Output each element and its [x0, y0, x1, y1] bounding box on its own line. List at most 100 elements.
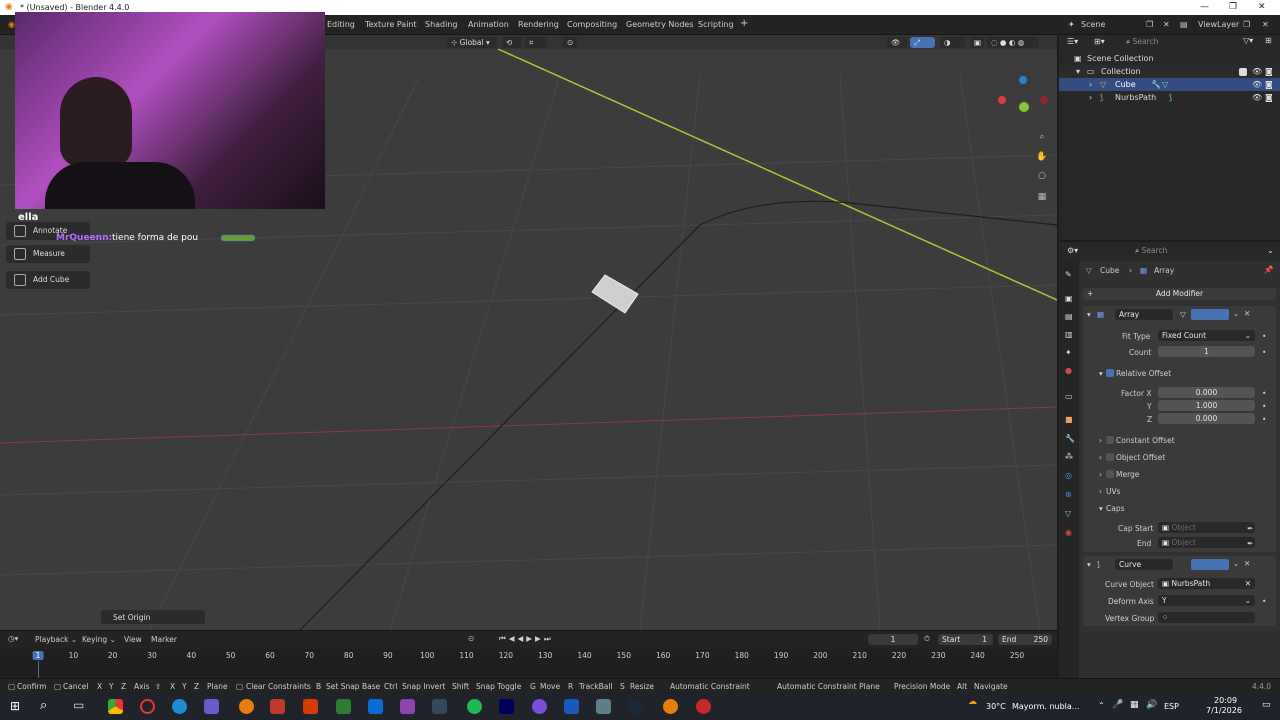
material-tab-icon[interactable]: ◉ — [1065, 528, 1072, 537]
chrome-icon[interactable] — [108, 699, 123, 714]
app-icon[interactable] — [696, 699, 711, 714]
modifier-visibility-toggles[interactable] — [1191, 309, 1229, 320]
camera-view-icon[interactable]: ⎔ — [1033, 168, 1051, 186]
tab-animation[interactable]: Animation — [468, 20, 509, 29]
eyedropper-icon[interactable]: ✒ — [1247, 524, 1253, 533]
array-name-field[interactable]: Array — [1115, 309, 1173, 320]
auto-keying-icon[interactable]: ⊙ — [468, 634, 474, 643]
language-indicator[interactable]: ESP — [1164, 702, 1179, 711]
fit-type-dropdown[interactable]: Fixed Count ⌄ — [1158, 330, 1255, 341]
timeline-editor-icon[interactable]: ◷▾ — [8, 634, 18, 643]
tab-rendering[interactable]: Rendering — [518, 20, 559, 29]
timeline[interactable]: ◷▾ Playback ⌄ Keying ⌄ View Marker ⊙ ⏮◀◀… — [0, 630, 1057, 679]
marker-menu[interactable]: Marker — [151, 635, 177, 644]
vscode-icon[interactable] — [368, 699, 383, 714]
properties-search[interactable]: ⌕ Search — [1131, 245, 1211, 256]
after-effects-icon[interactable] — [499, 699, 514, 714]
tool-measure[interactable]: Measure — [6, 245, 90, 263]
expand-icon[interactable]: › — [1099, 470, 1102, 479]
curve-name-field[interactable]: Curve — [1115, 559, 1173, 570]
clock-date[interactable]: 7/1/2026 — [1206, 706, 1242, 715]
eyedropper-icon[interactable]: ✒ — [1247, 539, 1253, 548]
perspective-grid-icon[interactable]: ▦ — [1033, 188, 1051, 206]
constraints-tab-icon[interactable]: ⊛ — [1065, 490, 1072, 499]
tab-compositing[interactable]: Compositing — [567, 20, 617, 29]
remove-modifier-icon[interactable]: ✕ — [1244, 309, 1250, 318]
cube-object[interactable] — [591, 274, 639, 314]
particles-tab-icon[interactable]: ⁂ — [1065, 452, 1073, 461]
blender-active-icon[interactable] — [663, 699, 678, 714]
close-icon[interactable]: ✕ — [1258, 2, 1266, 12]
expand-icon[interactable]: › — [1089, 93, 1092, 102]
factor-y-field[interactable]: 1.000 — [1158, 400, 1255, 411]
view-layer-tab-icon[interactable]: ▥ — [1065, 330, 1073, 339]
weather-temp[interactable]: 30°C — [986, 702, 1006, 711]
properties-editor[interactable]: ⚙▾ ⌕ Search ⌄ ✎ ▣ ▤ ▥ ✦ ● ▭ ■ 🔧 ⁂ ◎ ⊛ ▽ … — [1059, 242, 1280, 678]
remove-modifier-icon[interactable]: ✕ — [1244, 559, 1250, 568]
app-icon[interactable] — [596, 699, 611, 714]
curve-object-field[interactable]: ▣ NurbsPath ✕ — [1158, 578, 1255, 589]
scene-selector[interactable]: Scene — [1081, 20, 1105, 29]
exclude-checkbox[interactable] — [1239, 68, 1247, 76]
end-frame-field[interactable]: End 250 — [998, 634, 1052, 645]
notification-icon[interactable]: ▭ — [1262, 700, 1271, 710]
clear-icon[interactable]: ✕ — [1245, 579, 1251, 588]
gizmo-z-axis[interactable] — [1019, 76, 1027, 84]
modifier-menu-icon[interactable]: ⌄ — [1233, 559, 1239, 568]
properties-editor-icon[interactable]: ⚙▾ — [1067, 246, 1078, 255]
windows-start-icon[interactable]: ⊞ — [10, 699, 20, 713]
scene-tab-icon[interactable]: ✦ — [1065, 348, 1072, 357]
render-camera-icon[interactable]: ◙ — [1265, 67, 1273, 76]
collapse-icon[interactable]: ▾ — [1076, 67, 1080, 76]
expand-icon[interactable]: › — [1099, 436, 1102, 445]
app-icon[interactable] — [400, 699, 415, 714]
outliner-row-nurbspath[interactable]: › ⟆ NurbsPath ⟆ 👁 ◙ — [1059, 91, 1280, 104]
word-icon[interactable] — [564, 699, 579, 714]
factor-z-field[interactable]: 0.000 — [1158, 413, 1255, 424]
factor-x-field[interactable]: 0.000 — [1158, 387, 1255, 398]
playback-menu[interactable]: Playback ⌄ — [35, 635, 77, 644]
modifier-menu-icon[interactable]: ⌄ — [1233, 309, 1239, 318]
blender-menu-icon[interactable]: ◉ — [8, 20, 15, 29]
gizmo-y-axis[interactable] — [1019, 102, 1029, 112]
data-tab-icon[interactable]: ▽ — [1065, 509, 1071, 518]
outliner[interactable]: ☰▾ ⊞▾ ⌕ Search ▽▾ ⊞ ▣ Scene Collection ▾… — [1059, 35, 1280, 240]
steam-icon[interactable] — [628, 699, 643, 714]
pan-hand-icon[interactable]: ✋ — [1033, 148, 1051, 166]
restore-icon[interactable]: ❐ — [1229, 2, 1237, 12]
new-collection-icon[interactable]: ⊞ — [1265, 36, 1272, 45]
add-workspace-button[interactable]: + — [740, 18, 748, 29]
shading-modes[interactable]: ◌ ● ◐ ◍ — [987, 37, 1039, 48]
collapse-icon[interactable]: ▾ — [1099, 369, 1103, 378]
render-tab-icon[interactable]: ▣ — [1065, 294, 1073, 303]
view-menu[interactable]: View — [124, 635, 142, 644]
spotify-icon[interactable] — [467, 699, 482, 714]
volume-icon[interactable]: 🔊 — [1146, 700, 1157, 710]
task-view-icon[interactable]: ▭ — [73, 698, 84, 712]
clock-time[interactable]: 20:09 — [1214, 696, 1237, 705]
collapse-icon[interactable]: ▾ — [1087, 560, 1091, 569]
tool-tab-icon[interactable]: ✎ — [1065, 270, 1072, 279]
physics-tab-icon[interactable]: ◎ — [1065, 471, 1072, 480]
new-scene-icon[interactable]: ❐ — [1146, 20, 1153, 29]
current-frame-field[interactable]: 1 — [868, 634, 918, 645]
app-icon[interactable] — [204, 699, 219, 714]
playback-controls[interactable]: ⏮◀◀▶▶⏭ — [499, 634, 554, 644]
display-mode-icon[interactable]: ⊞▾ — [1094, 37, 1105, 46]
expand-icon[interactable]: › — [1089, 80, 1092, 89]
outliner-row-cube[interactable]: › ▽ Cube 🔧 ▽ 👁 ◙ — [1059, 78, 1280, 91]
app-icon[interactable] — [432, 699, 447, 714]
nurbs-path-curve[interactable] — [299, 200, 1057, 630]
collapse-icon[interactable]: ▾ — [1087, 310, 1091, 319]
modifier-tab-icon[interactable]: 🔧 — [1065, 434, 1075, 443]
merge-checkbox[interactable] — [1106, 470, 1114, 478]
filter-icon[interactable]: ▽▾ — [1243, 36, 1253, 45]
microphone-icon[interactable]: 🎤 — [1112, 700, 1123, 710]
on-cage-icon[interactable]: ▽ — [1180, 310, 1186, 319]
tool-add-cube[interactable]: Add Cube — [6, 271, 90, 289]
output-tab-icon[interactable]: ▤ — [1065, 312, 1073, 321]
decorator-dot-icon[interactable]: • — [1262, 402, 1266, 411]
pin-icon[interactable]: 📌 — [1264, 265, 1273, 274]
delete-scene-icon[interactable]: ✕ — [1163, 20, 1170, 29]
overlay-toggle-icon[interactable]: ◑ — [940, 37, 965, 48]
